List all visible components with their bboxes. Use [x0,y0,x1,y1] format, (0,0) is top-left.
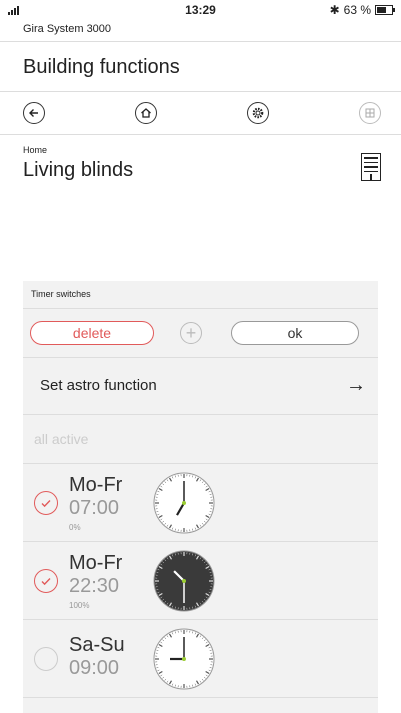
room-title: Living blinds [23,159,134,181]
clock-icon [151,548,217,614]
timer-row[interactable]: Mo-Fr 07:00 0% [23,464,378,542]
room-location: Home [23,145,48,155]
back-arrow-icon[interactable] [23,102,45,124]
battery-icon [375,5,395,15]
grid-icon[interactable] [359,102,381,124]
battery-percent: 63 % [343,3,371,17]
timer-active-checkbox[interactable] [34,646,58,671]
timer-time: 09:00 [69,657,120,679]
signal-icon [8,5,19,15]
timer-active-checkbox[interactable] [34,568,58,593]
bluetooth-icon: ✱ [329,3,340,17]
clock-icon [151,470,217,536]
timer-time: 22:30 [69,574,120,597]
timer-row[interactable]: Sa-Su 09:00 [23,620,378,698]
arrow-right-icon: → [346,374,366,396]
gear-icon[interactable] [247,102,269,124]
astro-function-row[interactable]: Set astro function → [23,358,378,415]
status-bar: 13:29 ✱ 63 % [0,0,401,17]
timer-position: 0% [69,522,81,532]
timer-position: 100% [69,600,90,610]
timer-days: Sa-Su [69,634,125,656]
timer-time: 07:00 [69,496,120,519]
timer-actions: delete + ok [23,309,378,358]
blinds-icon[interactable] [361,153,381,181]
system-name: Gira System 3000 [0,17,401,42]
checkmark-icon [41,577,51,585]
ok-button[interactable]: ok [231,321,359,345]
clock-icon [151,626,217,692]
add-timer-button[interactable]: + [180,322,202,344]
timer-panel: Timer switches delete + ok Set astro fun… [23,281,378,713]
astro-function-label: Set astro function [40,377,157,394]
all-active-toggle[interactable]: all active [23,415,378,464]
toolbar [0,92,401,135]
timer-row[interactable]: Mo-Fr 22:30 100% [23,542,378,620]
page-title: Building functions [0,42,401,92]
timer-active-checkbox[interactable] [34,490,58,515]
timer-days: Mo-Fr [69,473,123,496]
checkmark-icon [41,499,51,507]
room-header: Home Living blinds [0,135,401,263]
home-icon[interactable] [135,102,157,124]
timer-days: Mo-Fr [69,551,123,574]
panel-header: Timer switches [23,281,378,309]
delete-button[interactable]: delete [30,321,154,345]
